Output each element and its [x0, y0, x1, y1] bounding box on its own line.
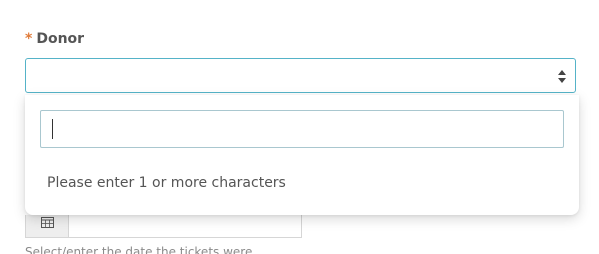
calendar-button[interactable]: [26, 215, 69, 237]
donor-form: * Donor Select/enter the date the tickets…: [0, 0, 599, 254]
calendar-icon: [41, 217, 54, 228]
donor-label: * Donor: [25, 31, 84, 48]
date-help-text: Select/enter the date the tickets were: [25, 245, 253, 254]
required-marker: *: [25, 31, 33, 47]
donor-label-text: Donor: [36, 31, 85, 47]
donor-dropdown: Please enter 1 or more characters: [25, 95, 579, 215]
donor-select[interactable]: [25, 58, 576, 93]
dropdown-message: Please enter 1 or more characters: [47, 175, 286, 191]
text-caret: [52, 119, 53, 139]
sort-arrows-icon: [558, 70, 566, 83]
donor-search-input[interactable]: [40, 110, 564, 148]
date-field[interactable]: [25, 215, 302, 238]
